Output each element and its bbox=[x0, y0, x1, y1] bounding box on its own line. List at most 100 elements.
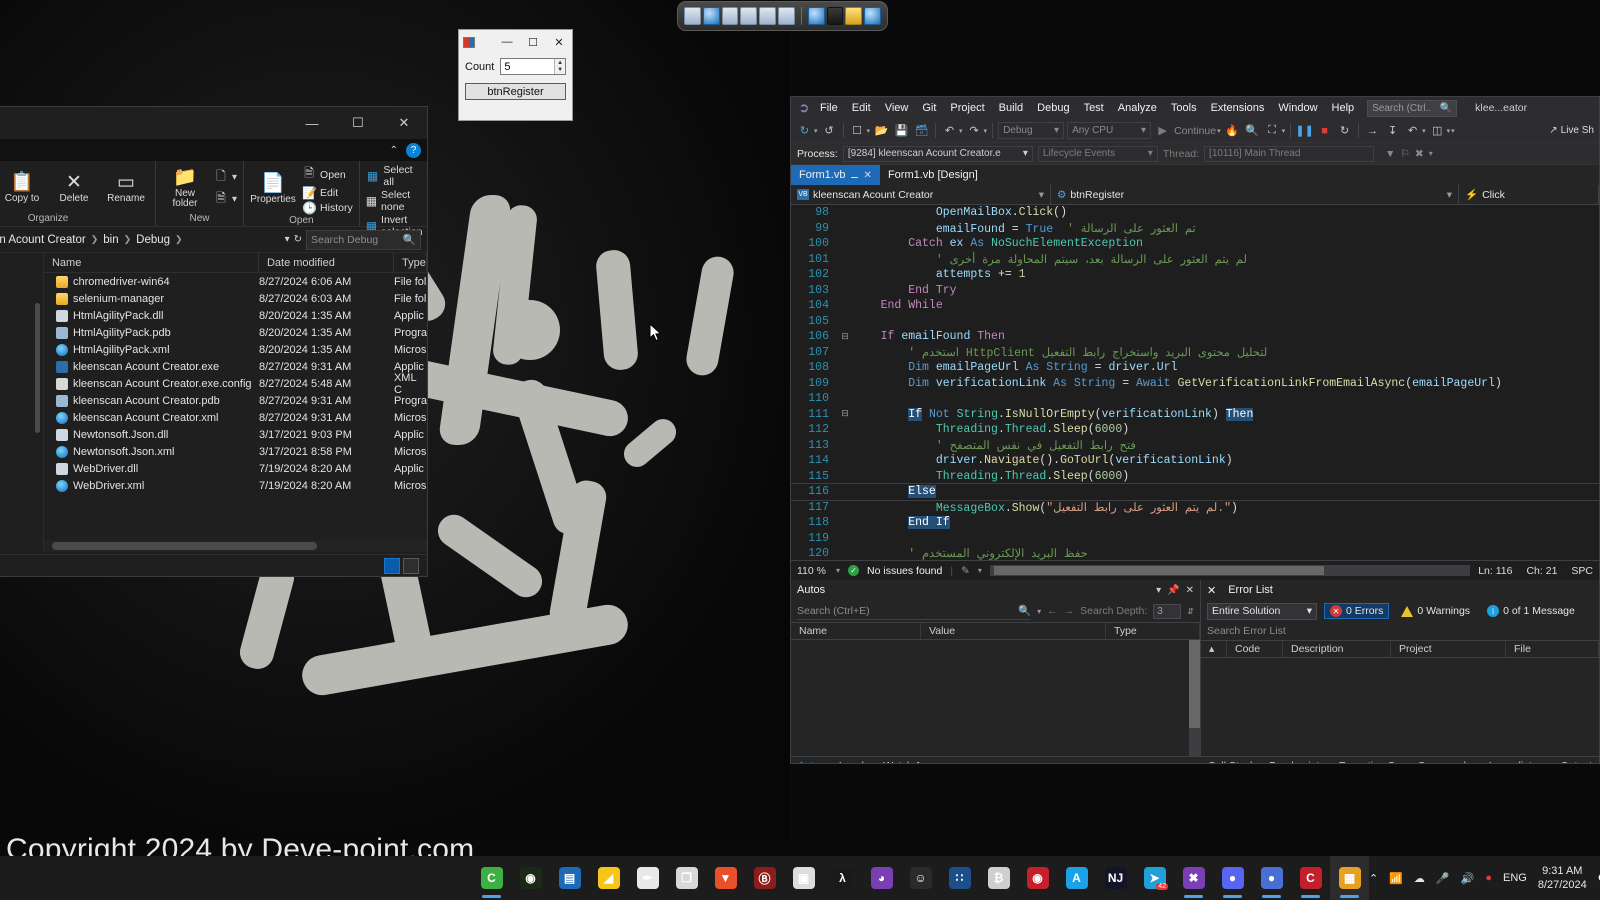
winforms-app-window[interactable]: — ☐ ✕ Count ▲ ▼ btnRegister bbox=[458, 29, 573, 121]
code-line[interactable]: 115 Threading.Thread.Sleep(6000) bbox=[791, 469, 1599, 485]
navigate-forward-icon[interactable]: ↺ bbox=[821, 122, 838, 139]
history-button[interactable]: 🕒 History bbox=[302, 201, 353, 215]
code-line[interactable]: 109 Dim verificationLink As String = Awa… bbox=[791, 376, 1599, 392]
details-view-button[interactable] bbox=[384, 557, 400, 574]
chevron-down-icon[interactable]: ▾ bbox=[867, 127, 871, 135]
chevron-down-icon[interactable]: ▾ bbox=[814, 127, 818, 135]
table-row[interactable]: Newtonsoft.Json.xml 3/17/2021 8:58 PM Micr… bbox=[44, 443, 427, 460]
code-line[interactable]: 98 OpenMailBox.Click() bbox=[791, 205, 1599, 221]
breadcrumb-item-debug[interactable]: Debug bbox=[136, 234, 170, 246]
table-row[interactable]: WebDriver.dll 7/19/2024 8:20 AM Applic bbox=[44, 460, 427, 477]
diagnostics-icon[interactable]: 🔍 bbox=[1244, 122, 1261, 139]
error-search-input[interactable]: Search Error List bbox=[1207, 623, 1593, 640]
floating-toolbar[interactable] bbox=[677, 1, 888, 31]
taskbar-discord-icon[interactable]: ● bbox=[1213, 856, 1252, 900]
menu-item-tools[interactable]: Tools bbox=[1164, 97, 1204, 119]
autos-column-name[interactable]: Name bbox=[791, 623, 921, 639]
table-row[interactable]: HtmlAgilityPack.dll 8/20/2024 1:35 AM Appl… bbox=[44, 307, 427, 324]
autos-search-row[interactable]: Search (Ctrl+E) 🔍 ▾ ← → Search Depth: 3 … bbox=[791, 600, 1200, 622]
explorer-address-bar[interactable]: › kleenscan Acount Creator ❯ bin ❯ Debug… bbox=[0, 227, 427, 253]
explorer-navigation-pane[interactable] bbox=[0, 253, 44, 552]
taskbar-colorpicker-icon[interactable]: ◕ bbox=[862, 856, 901, 900]
taskbar-telegram-icon[interactable]: ➤ 42 bbox=[1135, 856, 1174, 900]
taskbar-visual-studio-icon[interactable]: ✖ bbox=[1174, 856, 1213, 900]
platform-select[interactable]: Any CPU ▾ bbox=[1067, 122, 1152, 139]
taskbar-camtasia2-icon[interactable]: C bbox=[1291, 856, 1330, 900]
hot-reload-icon[interactable]: 🔥 bbox=[1224, 122, 1241, 139]
fold-toggle-icon[interactable]: ⊟ bbox=[837, 332, 853, 342]
wifi-icon[interactable]: 📶 bbox=[1389, 872, 1403, 885]
stepper-down-icon[interactable]: ▼ bbox=[557, 67, 563, 73]
code-line[interactable]: 113 ' فتح رابط التفعيل في نفس المتصفح bbox=[791, 438, 1599, 454]
flag-icon[interactable]: ⚐ bbox=[1400, 148, 1409, 160]
close-icon[interactable]: ✕ bbox=[1207, 584, 1216, 597]
folder-copy-icon[interactable] bbox=[721, 7, 739, 25]
vs-solution-identity[interactable]: klee...eator bbox=[1475, 102, 1527, 114]
table-row[interactable]: HtmlAgilityPack.xml 8/20/2024 1:35 AM Micr… bbox=[44, 341, 427, 358]
save-icon[interactable]: 💾 bbox=[893, 122, 910, 139]
error-column-file[interactable]: File bbox=[1506, 641, 1599, 657]
new-folder-button[interactable]: 📁 New folder bbox=[162, 167, 208, 210]
tray-chevron-up-icon[interactable]: ⌃ bbox=[1369, 872, 1378, 885]
error-scope-select[interactable]: Entire Solution ▾ bbox=[1207, 602, 1317, 620]
save-all-icon[interactable]: 🗃 bbox=[913, 122, 930, 139]
breadcrumb[interactable]: kleenscan Acount Creator ❯ bin ❯ Debug ❯ bbox=[0, 234, 281, 246]
nav-scrollbar-thumb[interactable] bbox=[34, 303, 40, 433]
breadcrumb-item-project[interactable]: kleenscan Acount Creator bbox=[0, 234, 86, 246]
error-list-filters[interactable]: Entire Solution ▾ ✕ 0 Errors 0 Warnings … bbox=[1201, 600, 1599, 622]
satellite-icon[interactable] bbox=[778, 7, 795, 25]
taskbar-vs-active-icon[interactable]: ▦ bbox=[1330, 856, 1369, 900]
new-item-menu[interactable]: 🗋 ▾ bbox=[214, 167, 237, 188]
key-icon[interactable] bbox=[845, 7, 863, 25]
taskbar-avatar-icon[interactable]: ● bbox=[1252, 856, 1291, 900]
properties-button[interactable]: 📄 Properties bbox=[250, 173, 296, 206]
chevron-down-icon[interactable]: ▾ bbox=[959, 127, 963, 135]
taskbar-bitcoin-icon[interactable]: ₿ bbox=[979, 856, 1018, 900]
clock[interactable]: 9:31 AM 8/27/2024 bbox=[1538, 864, 1587, 892]
autos-search-input[interactable]: Search (Ctrl+E) 🔍 bbox=[797, 603, 1032, 620]
code-lines[interactable]: 98 OpenMailBox.Click() 99 emailFound = Tr… bbox=[791, 205, 1599, 560]
restart-icon[interactable]: ↻ bbox=[1336, 122, 1353, 139]
continue-label[interactable]: Continue bbox=[1174, 125, 1216, 137]
error-column-project[interactable]: Project bbox=[1391, 641, 1506, 657]
table-row[interactable]: HtmlAgilityPack.pdb 8/20/2024 1:35 AM Prog… bbox=[44, 324, 427, 341]
stop-icon[interactable]: ■ bbox=[1316, 122, 1333, 139]
system-tray[interactable]: ⌃ 📶 ☁ 🎤 🔊 ● ENG 9:31 AM 8/27/2024 💬 bbox=[1369, 864, 1600, 892]
screenshot-icon[interactable]: ⛶ bbox=[1264, 122, 1281, 139]
thread-select[interactable]: [10116] Main Thread bbox=[1204, 145, 1375, 162]
build-configuration-select[interactable]: Debug ▾ bbox=[998, 122, 1065, 139]
pin-icon[interactable]: ✖ bbox=[1415, 148, 1424, 160]
code-line[interactable]: 108 Dim emailPageUrl As String = driver.… bbox=[791, 360, 1599, 376]
windows-taskbar[interactable]: C ◉ ▤ ◢ ✒ ❐ ▼ Ⓑ ▣ λ ◕ ☺ ∷ ₿ ◉ A NJ ➤ 42 ✖ ● ● C ▦ ⌃ 📶 ☁ 🎤 🔊 ● E… bbox=[0, 856, 1600, 900]
delete-button[interactable]: ✕ Delete bbox=[51, 172, 97, 205]
explorer-file-list[interactable]: Name Date modified Type chromedriver-win… bbox=[43, 253, 427, 552]
register-button[interactable]: btnRegister bbox=[465, 83, 566, 100]
issues-status-label[interactable]: No issues found bbox=[867, 565, 942, 577]
process-select[interactable]: [9284] kleenscan Acount Creator.e ▾ bbox=[842, 145, 1033, 162]
navbar-event-select[interactable]: ⚡ Click bbox=[1459, 185, 1599, 204]
navbar-project-select[interactable]: VB kleenscan Acount Creator ▾ bbox=[791, 185, 1051, 204]
errors-filter-button[interactable]: ✕ 0 Errors bbox=[1324, 603, 1390, 619]
pin-icon[interactable]: ⚊ bbox=[850, 170, 858, 181]
stepper-arrows[interactable]: ▲ ▼ bbox=[554, 59, 565, 74]
code-line[interactable]: 105 bbox=[791, 314, 1599, 330]
taskbar-nj-icon[interactable]: NJ bbox=[1096, 856, 1135, 900]
folder-open-icon[interactable] bbox=[740, 7, 758, 25]
taskbar-halflife-icon[interactable]: λ bbox=[823, 856, 862, 900]
error-column-sort[interactable]: ▴ bbox=[1201, 641, 1227, 657]
column-header-name[interactable]: Name bbox=[44, 253, 259, 272]
autos-grid-body[interactable] bbox=[791, 640, 1200, 756]
redo-icon[interactable]: ↷ bbox=[966, 122, 983, 139]
menu-item-extensions[interactable]: Extensions bbox=[1204, 97, 1272, 119]
code-line[interactable]: 110 bbox=[791, 391, 1599, 407]
help-icon[interactable]: ? bbox=[406, 142, 421, 158]
code-line[interactable]: 117 MessageBox.Show("لم يتم العثور على ر… bbox=[791, 500, 1599, 516]
taskbar-angular-icon[interactable]: A bbox=[1057, 856, 1096, 900]
menu-item-test[interactable]: Test bbox=[1077, 97, 1111, 119]
fold-toggle-icon[interactable]: ⊟ bbox=[837, 409, 853, 419]
copy-to-button[interactable]: 📋 Copy to bbox=[0, 172, 45, 205]
table-row[interactable]: WebDriver.xml 7/19/2024 8:20 AM Micros bbox=[44, 477, 427, 494]
chevron-down-icon[interactable]: ▾ bbox=[1282, 127, 1286, 135]
chevron-down-icon[interactable]: ▾ bbox=[1451, 127, 1455, 135]
explorer-close-button[interactable]: ✕ bbox=[381, 107, 427, 139]
